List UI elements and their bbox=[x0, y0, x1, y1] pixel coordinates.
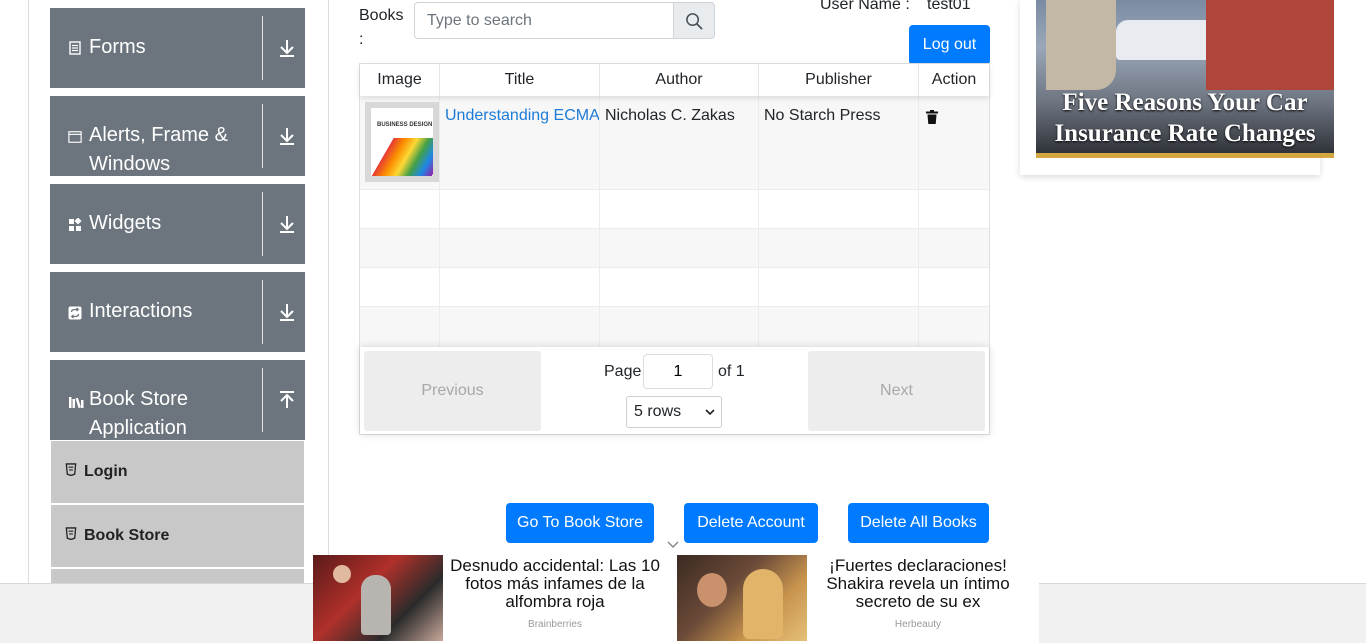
sidebar-group-bookstore[interactable]: Book Store Application bbox=[50, 360, 305, 440]
news-source-1: Brainberries bbox=[528, 619, 582, 630]
user-name-label: User Name : bbox=[820, 0, 910, 13]
sidebar-group-label: Forms bbox=[89, 36, 146, 58]
search-label: Books bbox=[359, 7, 404, 24]
sidebar-group-label: Alerts, Frame & bbox=[89, 124, 228, 146]
user-name-value: test01 bbox=[927, 0, 971, 13]
sidebar-group-label: Book Store bbox=[89, 388, 188, 410]
interactions-icon bbox=[68, 306, 82, 320]
ad-accent-bar bbox=[1036, 153, 1334, 158]
column-header-action[interactable]: Action bbox=[919, 64, 989, 96]
widgets-icon bbox=[69, 218, 82, 231]
sidebar-item-label: Book Store bbox=[84, 527, 170, 544]
arrow-down-icon bbox=[280, 128, 294, 145]
arrow-up-icon bbox=[280, 391, 294, 408]
collapse-chevron-icon[interactable] bbox=[667, 541, 679, 549]
arrow-down-icon bbox=[280, 216, 294, 233]
column-header-publisher[interactable]: Publisher bbox=[759, 64, 919, 96]
table-row bbox=[360, 307, 989, 347]
bottom-news-ad: Desnudo accidental: Las 10 fotos más inf… bbox=[313, 555, 1039, 643]
sidebar-item-book-store[interactable]: Book Store bbox=[51, 505, 304, 567]
sidebar-group-label: Widgets bbox=[89, 212, 162, 234]
column-header-author[interactable]: Author bbox=[600, 64, 759, 96]
row-divider bbox=[360, 306, 989, 307]
book-author: Nicholas C. Zakas bbox=[605, 107, 735, 124]
divider bbox=[262, 192, 263, 256]
table-row bbox=[360, 268, 989, 307]
book-icon bbox=[69, 397, 84, 409]
ad-headline-line2: Insurance Rate Changes bbox=[1054, 120, 1316, 147]
divider bbox=[262, 16, 263, 80]
sidebar-group-forms[interactable]: Forms bbox=[50, 8, 305, 88]
sidebar-group-label: Interactions bbox=[89, 300, 193, 322]
row-divider bbox=[360, 228, 989, 229]
sidebar-group-interactions[interactable]: Interactions bbox=[50, 272, 305, 352]
book-cover-text: BUSINESS DESIGN bbox=[377, 122, 433, 128]
next-button[interactable]: Next bbox=[808, 351, 985, 431]
row-divider bbox=[360, 267, 989, 268]
news-thumbnail-2[interactable] bbox=[677, 555, 807, 641]
ad-image[interactable]: Five Reasons Your Car Insurance Rate Cha… bbox=[1036, 0, 1334, 158]
books-table: Image Title Author Publisher Action BUSI… bbox=[359, 63, 990, 435]
news-title-1[interactable]: Desnudo accidental: Las 10 fotos más inf… bbox=[443, 557, 667, 611]
form-icon bbox=[69, 41, 81, 55]
divider bbox=[262, 280, 263, 344]
sidebar-item-login[interactable]: Login bbox=[51, 441, 304, 503]
table-row bbox=[360, 229, 989, 268]
delete-trash-icon[interactable] bbox=[926, 110, 938, 124]
sidebar-group-label-line2: Application bbox=[89, 417, 187, 439]
sidebar-group-alerts[interactable]: Alerts, Frame & Windows bbox=[50, 96, 305, 176]
page-label: Page bbox=[604, 363, 642, 380]
search-input[interactable] bbox=[414, 2, 674, 39]
news-source-2: Herbeauty bbox=[894, 619, 942, 630]
go-to-book-store-button[interactable]: Go To Book Store bbox=[506, 503, 654, 543]
sidebar-group-widgets[interactable]: Widgets bbox=[50, 184, 305, 264]
news-thumbnail-1[interactable] bbox=[313, 555, 443, 641]
ad-headline-line1: Five Reasons Your Car bbox=[1062, 89, 1308, 116]
arrow-down-icon bbox=[280, 40, 294, 57]
page-total-label: of 1 bbox=[718, 363, 745, 380]
table-header: Image Title Author Publisher Action bbox=[360, 64, 989, 96]
column-header-image[interactable]: Image bbox=[360, 64, 440, 96]
table-row bbox=[360, 190, 989, 229]
divider bbox=[262, 104, 263, 168]
news-title-2[interactable]: ¡Fuertes declaraciones! Shakira revela u… bbox=[807, 557, 1029, 611]
rows-per-page-select[interactable]: 5 rows bbox=[626, 396, 722, 428]
search-icon bbox=[686, 13, 703, 30]
window-icon bbox=[68, 131, 82, 143]
book-title-link[interactable]: Understanding ECMAScript 6 bbox=[445, 107, 599, 125]
divider bbox=[262, 368, 263, 432]
page-number-input[interactable] bbox=[643, 354, 713, 389]
rows-per-page-value: 5 rows bbox=[634, 403, 682, 420]
column-header-title[interactable]: Title bbox=[440, 64, 600, 96]
row-divider bbox=[360, 189, 989, 190]
search-label-colon: : bbox=[359, 31, 364, 48]
sidebar-item-partial[interactable] bbox=[51, 569, 304, 583]
html5-icon bbox=[65, 527, 77, 540]
arrow-down-icon bbox=[280, 304, 294, 321]
column-divider bbox=[599, 96, 600, 347]
sidebar-item-label: Login bbox=[84, 463, 128, 480]
column-divider bbox=[758, 96, 759, 347]
sidebar-group-label-line2: Windows bbox=[89, 153, 171, 175]
book-cover-image: BUSINESS DESIGN bbox=[365, 102, 439, 182]
book-publisher: No Starch Press bbox=[764, 107, 881, 124]
search-button[interactable] bbox=[673, 2, 715, 39]
column-divider bbox=[439, 96, 440, 347]
logout-button[interactable]: Log out bbox=[909, 25, 990, 65]
chevron-down-icon bbox=[705, 409, 715, 415]
delete-account-button[interactable]: Delete Account bbox=[684, 503, 818, 543]
previous-button[interactable]: Previous bbox=[364, 351, 541, 431]
html5-icon bbox=[65, 463, 77, 476]
column-divider bbox=[918, 96, 919, 347]
pagination-bar: Previous Page of 1 5 rows Next bbox=[360, 347, 989, 434]
delete-all-books-button[interactable]: Delete All Books bbox=[848, 503, 989, 543]
